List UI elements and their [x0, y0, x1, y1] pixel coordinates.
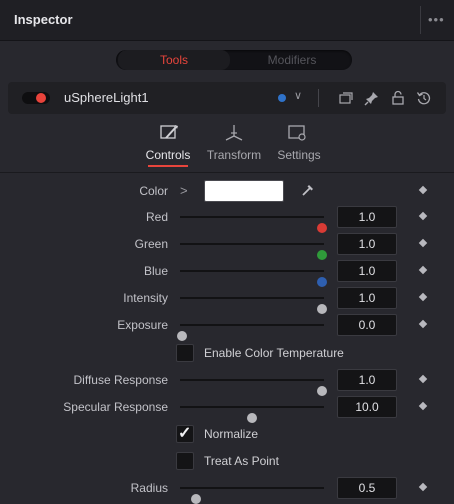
specular-response-row: Specular Response 10.0: [0, 394, 454, 423]
radius-slider-knob[interactable]: [191, 494, 201, 504]
radius-value-field[interactable]: 0.5: [337, 477, 397, 499]
green-label: Green: [134, 237, 168, 251]
keyframe-button[interactable]: [418, 482, 428, 492]
exposure-row: Exposure 0.0: [0, 312, 454, 341]
green-slider[interactable]: [180, 243, 327, 260]
tab-transform[interactable]: Transform: [202, 114, 266, 172]
toggle-indicator: [36, 93, 46, 103]
enable-color-temperature-checkbox[interactable]: [176, 344, 194, 362]
treat-as-point-checkbox[interactable]: [176, 452, 194, 470]
eyedropper-icon[interactable]: [300, 182, 316, 198]
specular-response-value-field[interactable]: 10.0: [337, 396, 397, 418]
color-label: Color: [139, 184, 168, 198]
radius-row: Radius 0.5: [0, 475, 454, 504]
intensity-row: Intensity 1.0: [0, 285, 454, 314]
blue-label: Blue: [143, 264, 168, 278]
blue-row: Blue 1.0: [0, 258, 454, 287]
versions-icon[interactable]: [338, 90, 354, 106]
reset-icon[interactable]: [416, 90, 432, 106]
node-name: uSphereLight1: [64, 90, 149, 105]
tab-settings[interactable]: Settings: [272, 114, 326, 172]
inspector-mode-tabs: Controls Transform Settings: [0, 114, 454, 172]
tab-transform-label: Transform: [206, 148, 262, 162]
controls-icon: [160, 125, 178, 139]
normalize-row: ✓ Normalize: [0, 421, 454, 447]
keyframe-button[interactable]: [418, 292, 428, 302]
diffuse-response-value-field[interactable]: 1.0: [337, 369, 397, 391]
diffuse-response-row: Diffuse Response 1.0: [0, 367, 454, 396]
red-value-field[interactable]: 1.0: [337, 206, 397, 228]
red-slider[interactable]: [180, 216, 327, 233]
keyframe-button[interactable]: [418, 265, 428, 275]
normalize-checkbox[interactable]: ✓: [176, 425, 194, 443]
keyframe-button[interactable]: [418, 401, 428, 411]
tools-modifiers-switch: Tools Modifiers: [116, 50, 352, 70]
active-tab-indicator: [148, 165, 188, 167]
panel-title: Inspector: [14, 12, 73, 27]
treat-as-point-row: Treat As Point: [0, 448, 454, 474]
node-header: uSphereLight1 ∨: [8, 82, 446, 114]
green-value-field[interactable]: 1.0: [337, 233, 397, 255]
keyframe-button[interactable]: [418, 211, 428, 221]
exposure-label: Exposure: [117, 318, 168, 332]
header-divider: [420, 6, 421, 34]
settings-icon: [288, 125, 306, 141]
radius-label: Radius: [130, 481, 168, 495]
keyframe-button[interactable]: [418, 374, 428, 384]
radius-slider[interactable]: [180, 487, 324, 504]
blue-value-field[interactable]: 1.0: [337, 260, 397, 282]
diffuse-response-slider[interactable]: [180, 379, 327, 396]
intensity-label: Intensity: [123, 291, 168, 305]
tabs-divider: [0, 172, 454, 173]
color-swatch[interactable]: [204, 180, 284, 202]
chevron-down-icon[interactable]: ∨: [294, 89, 302, 102]
red-row: Red 1.0: [0, 204, 454, 233]
blue-slider[interactable]: [180, 270, 327, 287]
exposure-value-field[interactable]: 0.0: [337, 314, 397, 336]
intensity-slider[interactable]: [180, 297, 327, 314]
more-options-icon[interactable]: •••: [428, 12, 445, 27]
intensity-value-field[interactable]: 1.0: [337, 287, 397, 309]
chevron-right-icon[interactable]: >: [180, 183, 188, 198]
enable-color-temperature-row: Enable Color Temperature: [0, 340, 454, 366]
color-row: Color >: [0, 178, 454, 204]
enable-color-temperature-label: Enable Color Temperature: [204, 346, 344, 360]
tab-controls[interactable]: Controls: [138, 114, 198, 172]
inspector-header: Inspector •••: [0, 0, 454, 41]
keyframe-button[interactable]: [418, 185, 428, 195]
diffuse-response-label: Diffuse Response: [73, 373, 169, 387]
node-header-divider: [318, 89, 319, 107]
keyframe-button[interactable]: [418, 319, 428, 329]
exposure-slider[interactable]: [177, 324, 324, 341]
treat-as-point-label: Treat As Point: [204, 454, 279, 468]
green-row: Green 1.0: [0, 231, 454, 260]
red-label: Red: [145, 210, 168, 224]
normalize-label: Normalize: [204, 427, 259, 441]
checkmark-icon: ✓: [178, 425, 192, 442]
node-enable-toggle[interactable]: [22, 92, 50, 104]
specular-response-label: Specular Response: [63, 400, 168, 414]
tab-controls-label: Controls: [145, 148, 191, 162]
tab-settings-label: Settings: [277, 148, 321, 162]
transform-icon: [225, 125, 243, 141]
pin-icon[interactable]: [364, 90, 380, 106]
lock-icon[interactable]: [390, 90, 406, 106]
tab-modifiers[interactable]: Modifiers: [234, 50, 350, 70]
tab-tools[interactable]: Tools: [118, 50, 230, 70]
node-color-label-icon[interactable]: [278, 94, 286, 102]
specular-response-slider[interactable]: [180, 406, 324, 423]
keyframe-button[interactable]: [418, 238, 428, 248]
